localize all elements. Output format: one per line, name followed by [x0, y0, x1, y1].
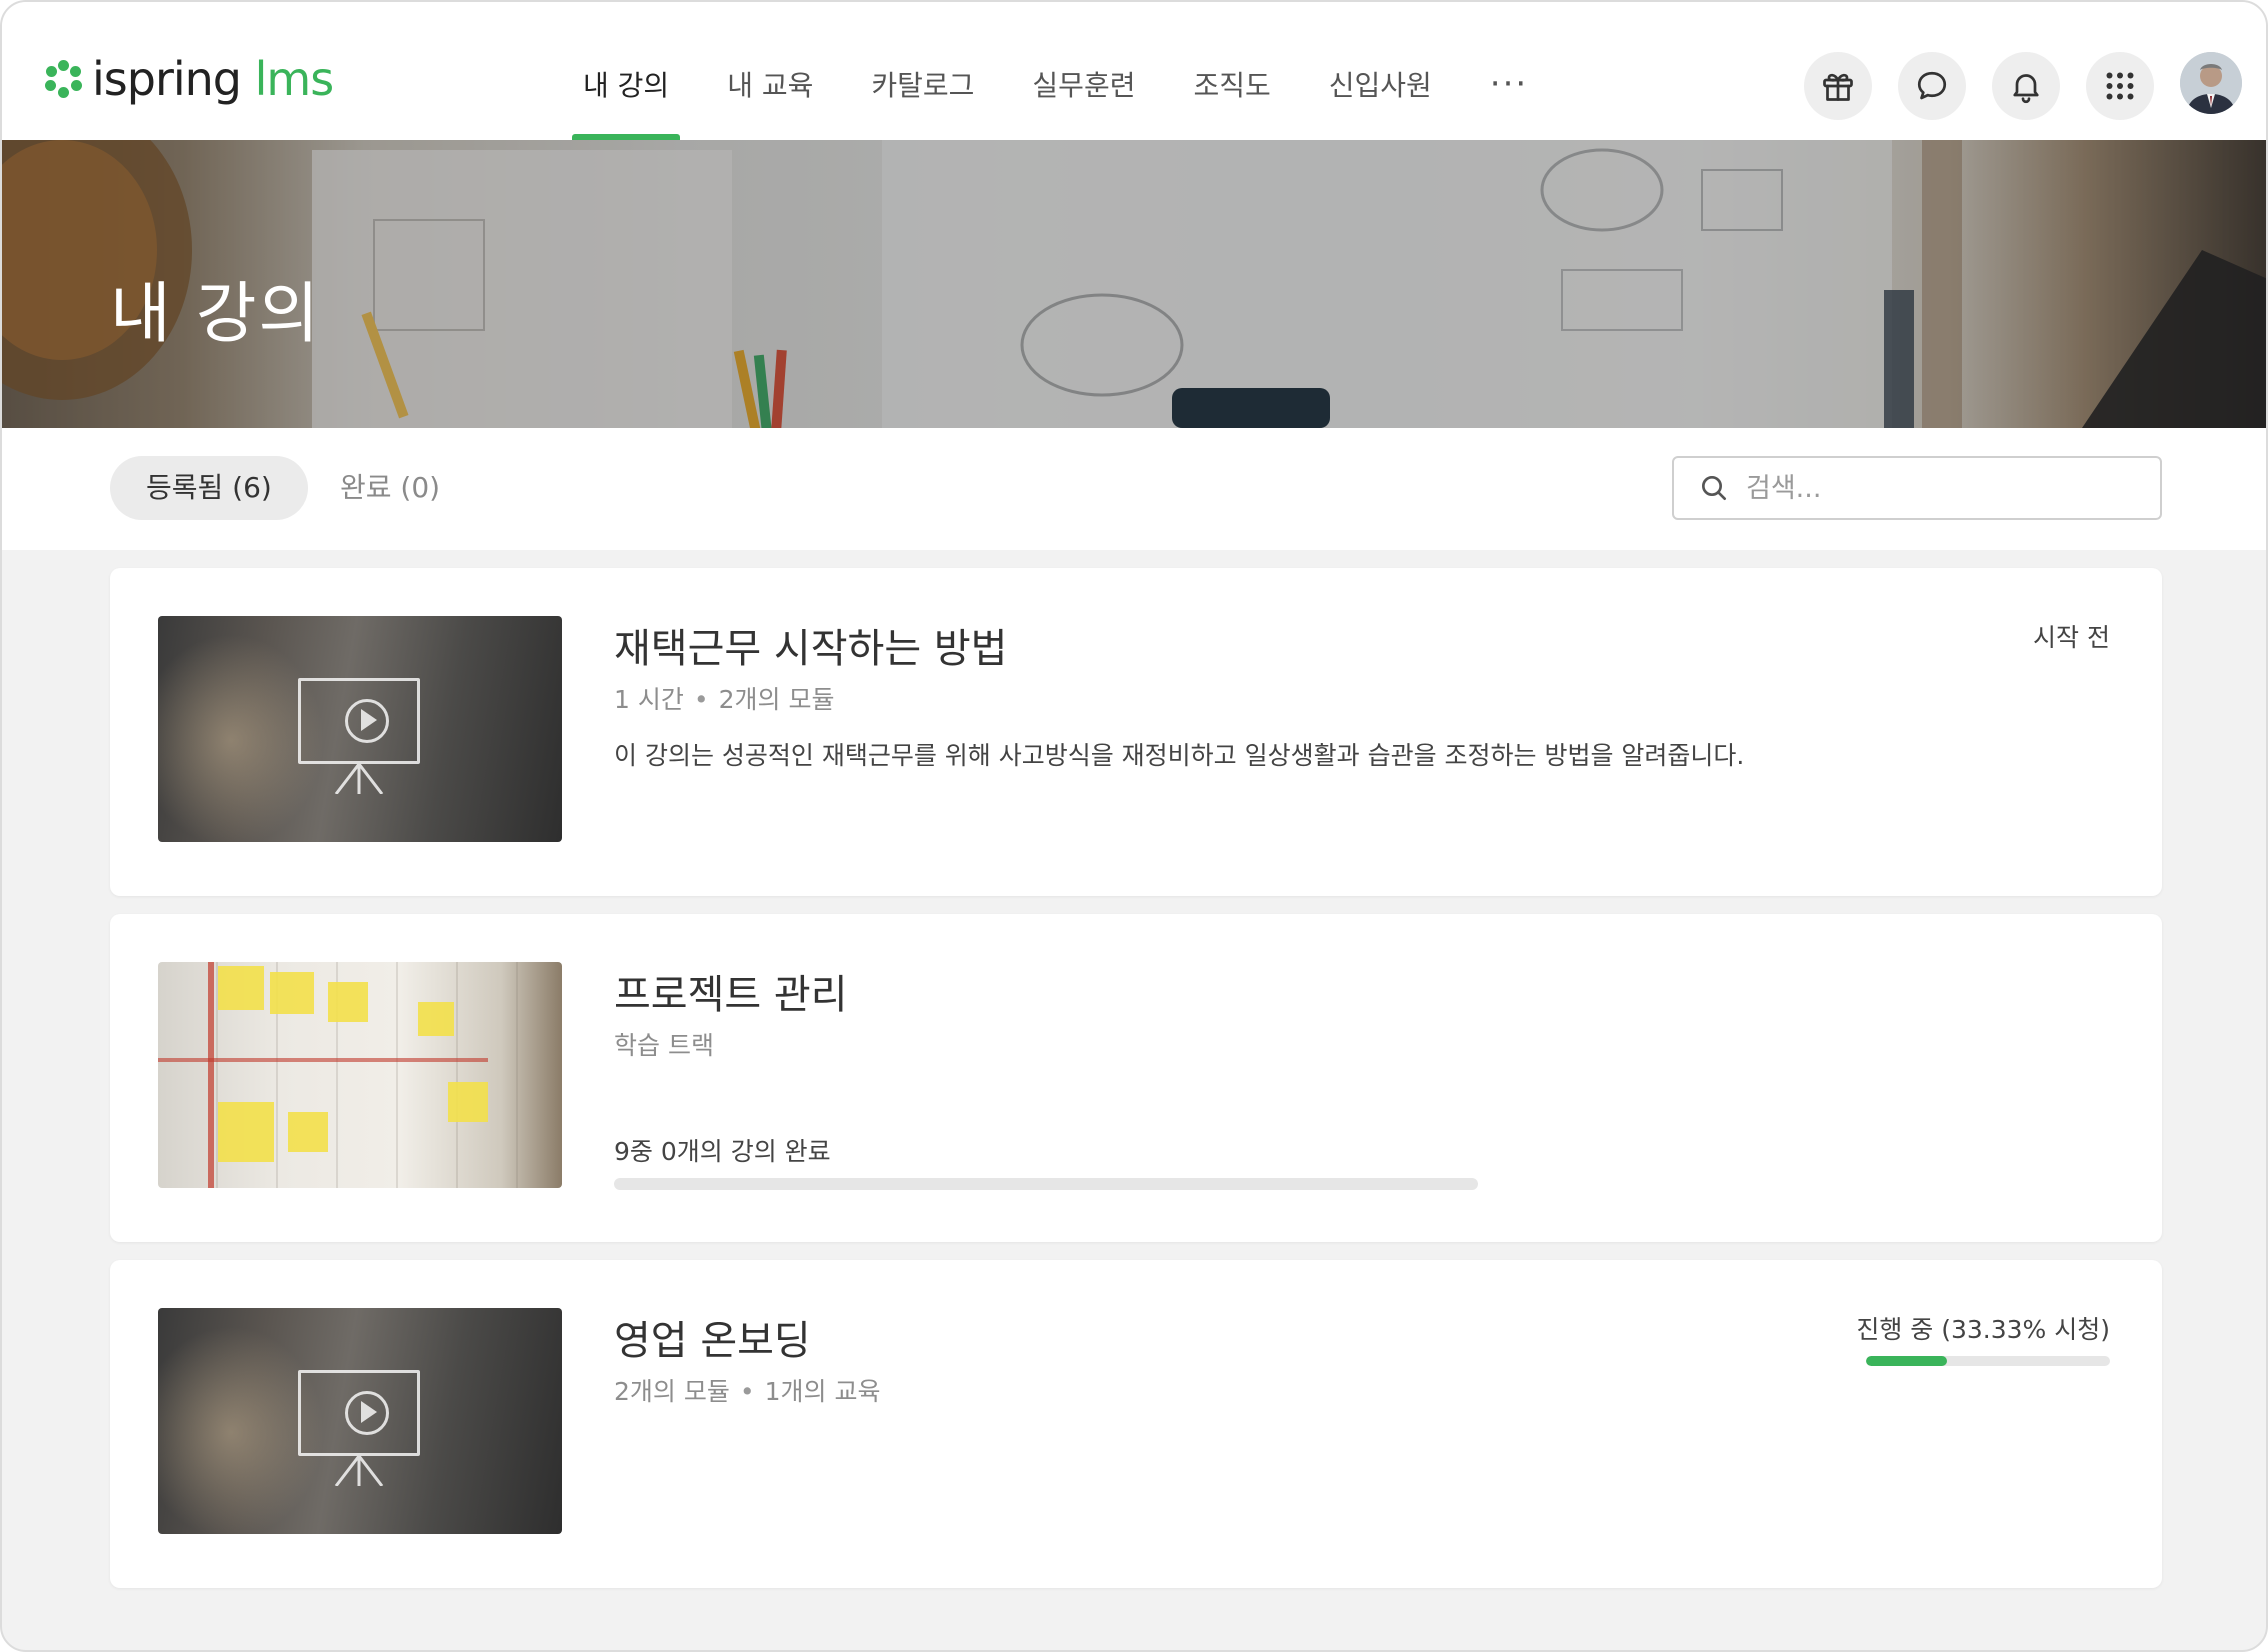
user-avatar-icon: [2180, 52, 2242, 114]
progress-bar: [1866, 1356, 2110, 1366]
sticky-note: [218, 966, 264, 1010]
nav-item-my-courses[interactable]: 내 강의: [554, 42, 698, 140]
logo-main: ispring: [92, 52, 242, 106]
chat-icon: [1917, 71, 1947, 100]
progress-fill: [1866, 1356, 1948, 1366]
course-thumbnail: [158, 616, 562, 842]
play-icon: [361, 1401, 377, 1423]
nav-more-button[interactable]: ···: [1461, 42, 1557, 140]
sticky-note: [448, 1082, 488, 1122]
notifications-button[interactable]: [1992, 52, 2060, 120]
sticky-note: [270, 972, 314, 1014]
learning-track-label: 학습 트랙: [614, 1031, 714, 1060]
filter-bar: 등록됨 (6) 완료 (0): [2, 428, 2266, 550]
gift-button[interactable]: [1804, 52, 1872, 120]
tab-completed[interactable]: 완료 (0): [304, 456, 476, 520]
meta-separator: •: [739, 1377, 755, 1406]
logo-accent: lms: [254, 52, 335, 106]
nav-item-my-training[interactable]: 내 교육: [698, 42, 842, 140]
nav-item-org-chart[interactable]: 조직도: [1164, 42, 1299, 140]
presentation-frame-icon: [298, 678, 420, 764]
apps-button[interactable]: [2086, 52, 2154, 120]
progress-bar: [614, 1178, 1478, 1190]
presentation-frame-icon: [298, 1370, 420, 1456]
board-red-line: [208, 962, 214, 1188]
logo-text: ispring lms: [92, 52, 335, 106]
course-thumbnail: [158, 1308, 562, 1534]
progress-label: 9중 0개의 강의 완료: [614, 1137, 831, 1166]
main-nav: 내 강의 내 교육 카탈로그 실무훈련 조직도 신입사원 ···: [554, 42, 1557, 140]
course-status: 시작 전: [2033, 623, 2110, 652]
sticky-note: [288, 1112, 328, 1152]
course-card[interactable]: 재택근무 시작하는 방법 1 시간 • 2개의 모듈 이 강의는 성공적인 재택근무…: [110, 568, 2162, 896]
board-red-line: [158, 1058, 488, 1062]
sticky-note: [218, 1102, 274, 1162]
ispring-logo[interactable]: ispring lms: [44, 52, 335, 106]
play-icon: [361, 709, 377, 731]
search-icon: [1702, 476, 1726, 500]
course-modules: 2개의 모듈: [614, 1377, 730, 1406]
page-title: 내 강의: [110, 275, 322, 352]
nav-item-practice[interactable]: 실무훈련: [1003, 42, 1164, 140]
course-status: 진행 중 (33.33% 시청): [1856, 1315, 2110, 1344]
course-thumbnail: [158, 962, 562, 1188]
apps-grid-icon: [2106, 72, 2134, 100]
easel-legs-icon: [334, 1456, 384, 1486]
sticky-note: [418, 1002, 454, 1036]
search-input[interactable]: [1746, 472, 2146, 504]
top-navigation-bar: ispring lms 내 강의 내 교육 카탈로그 실무훈련 조직도 신입사원…: [2, 2, 2266, 140]
course-card[interactable]: 프로젝트 관리 학습 트랙 9중 0개의 강의 완료: [110, 914, 2162, 1242]
tab-enrolled[interactable]: 등록됨 (6): [110, 456, 308, 520]
course-meta: 2개의 모듈 • 1개의 교육: [614, 1372, 880, 1408]
avatar[interactable]: [2180, 52, 2242, 114]
bell-icon: [2013, 74, 2039, 104]
course-duration: 1 시간: [614, 685, 684, 714]
nav-item-new-employee[interactable]: 신입사원: [1300, 42, 1461, 140]
logo-flower-icon: [44, 60, 82, 98]
hero-overlay: [2, 140, 2266, 428]
gift-icon: [1823, 73, 1853, 101]
course-title[interactable]: 영업 온보딩: [614, 1308, 811, 1366]
meta-separator: •: [693, 685, 709, 714]
search-box[interactable]: [1672, 456, 2162, 520]
hero-banner: 내 강의: [2, 140, 2266, 428]
course-modules: 2개의 모듈: [718, 685, 835, 714]
app-window: ispring lms 내 강의 내 교육 카탈로그 실무훈련 조직도 신입사원…: [0, 0, 2268, 1652]
course-title[interactable]: 프로젝트 관리: [614, 962, 848, 1020]
easel-legs-icon: [334, 764, 384, 794]
course-meta: 학습 트랙: [614, 1026, 714, 1062]
course-title[interactable]: 재택근무 시작하는 방법: [614, 616, 1007, 674]
course-trainings: 1개의 교육: [764, 1377, 881, 1406]
course-description: 이 강의는 성공적인 재택근무를 위해 사고방식을 재정비하고 일상생활과 습관…: [614, 741, 1745, 770]
sticky-note: [328, 982, 368, 1022]
chat-button[interactable]: [1898, 52, 1966, 120]
nav-item-catalog[interactable]: 카탈로그: [842, 42, 1003, 140]
course-meta: 1 시간 • 2개의 모듈: [614, 680, 834, 716]
course-card[interactable]: 영업 온보딩 2개의 모듈 • 1개의 교육 진행 중 (33.33% 시청): [110, 1260, 2162, 1588]
